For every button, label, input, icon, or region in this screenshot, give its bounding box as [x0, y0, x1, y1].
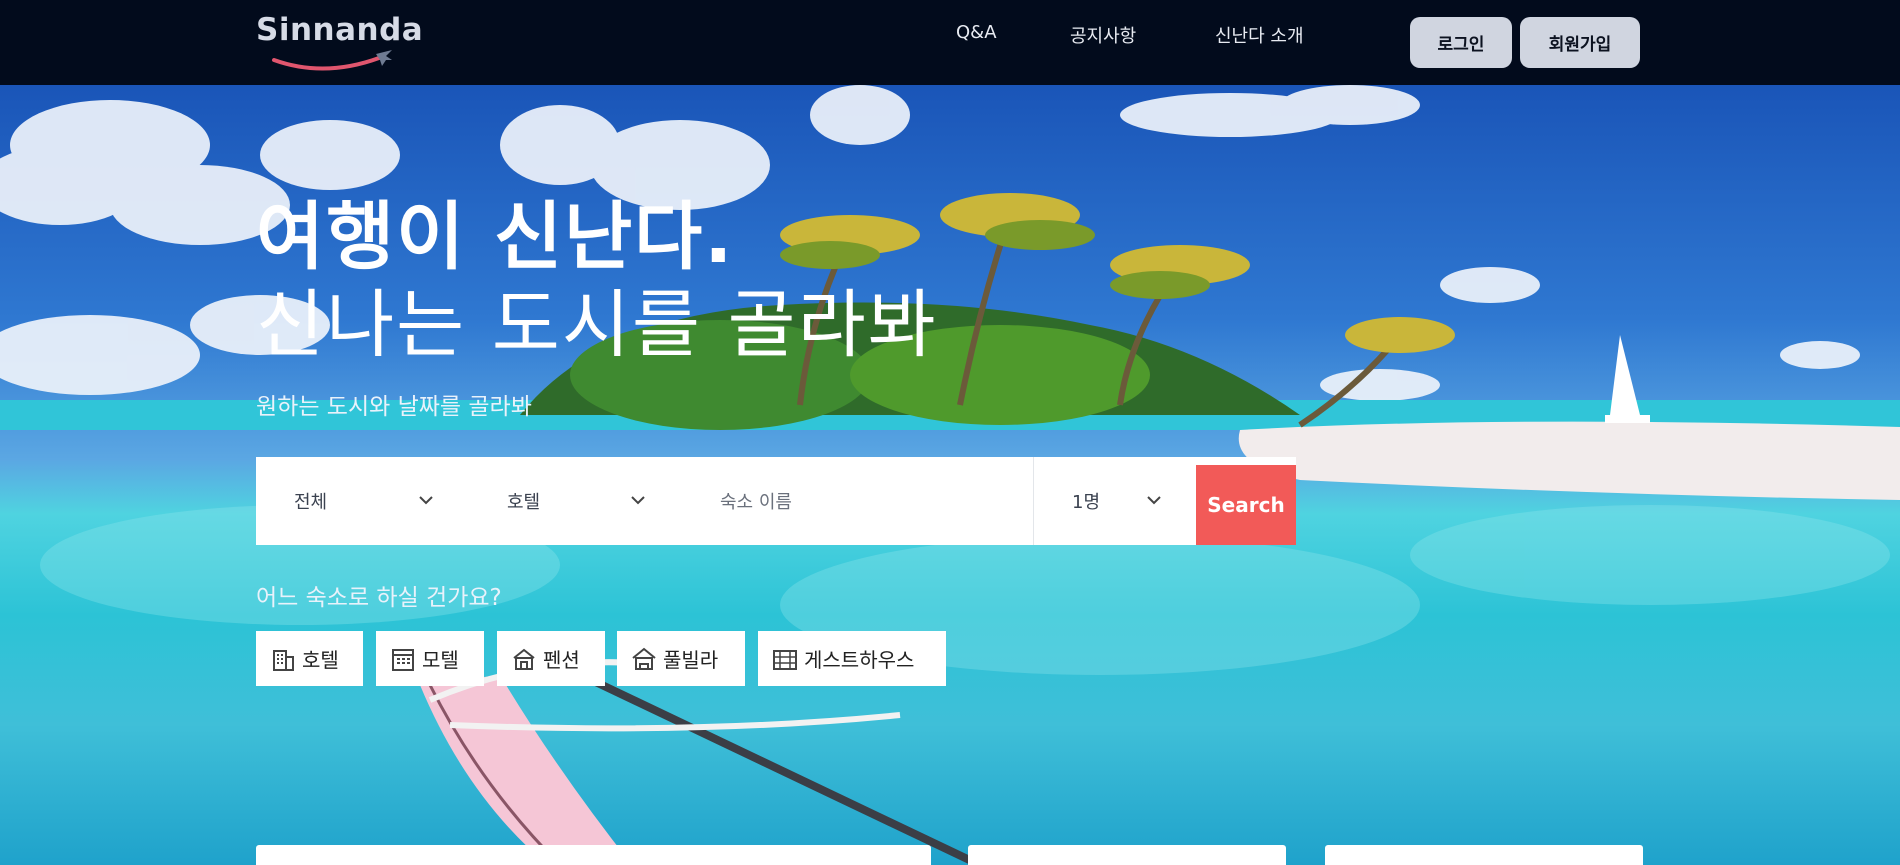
- login-button[interactable]: 로그인: [1410, 17, 1512, 68]
- search-bar: 전체 호텔 숙소 이름 1명 Search: [256, 457, 1296, 545]
- motel-icon: [392, 648, 414, 671]
- chevron-down-icon: [1147, 496, 1161, 505]
- category-label: 펜션: [543, 648, 580, 672]
- logo-text: Sinnanda: [256, 12, 424, 48]
- category-chip-hotel[interactable]: 호텔: [256, 631, 363, 686]
- hero-subtitle-large: 신나는 도시를 골라봐: [256, 282, 938, 368]
- category-chip-pool-villa[interactable]: 풀빌라: [617, 631, 745, 686]
- hero-description: 원하는 도시와 날짜를 골라봐: [256, 394, 532, 420]
- pension-icon: [513, 648, 535, 670]
- nav-link-about[interactable]: 신난다 소개: [1215, 22, 1304, 48]
- category-label: 풀빌라: [663, 648, 719, 672]
- hotel-icon: [273, 649, 294, 671]
- guesthouse-icon: [773, 649, 797, 670]
- accommodation-name-input[interactable]: 숙소 이름: [720, 457, 1020, 545]
- chevron-down-icon: [631, 496, 645, 505]
- pool-villa-icon: [632, 647, 656, 670]
- category-chip-pension[interactable]: 펜션: [497, 631, 605, 686]
- content-card[interactable]: [1325, 845, 1643, 865]
- search-divider: [1033, 457, 1034, 545]
- logo[interactable]: Sinnanda: [256, 12, 423, 71]
- category-chip-motel[interactable]: 모텔: [376, 631, 484, 686]
- category-question: 어느 숙소로 하실 건가요?: [256, 585, 502, 611]
- search-button[interactable]: Search: [1196, 465, 1296, 545]
- category-label: 모텔: [422, 648, 459, 672]
- chevron-down-icon: [419, 496, 433, 505]
- category-label: 게스트하우스: [804, 648, 915, 672]
- hero-banner: 여행이 신난다. 신나는 도시를 골라봐 원하는 도시와 날짜를 골라봐 전체 …: [0, 85, 1900, 865]
- content-card[interactable]: [256, 845, 931, 865]
- airplane-swoosh-icon: [272, 50, 392, 71]
- signup-button[interactable]: 회원가입: [1520, 17, 1640, 68]
- category-chip-guesthouse[interactable]: 게스트하우스: [758, 631, 946, 686]
- category-label: 호텔: [302, 648, 339, 672]
- nav-link-qna[interactable]: Q&A: [956, 22, 997, 43]
- type-select-value: 호텔: [507, 492, 541, 513]
- guest-count-value: 1명: [1072, 492, 1101, 513]
- content-card[interactable]: [968, 845, 1286, 865]
- guest-count-select[interactable]: 1명: [1072, 457, 1152, 545]
- region-select-value: 전체: [294, 492, 328, 513]
- nav-link-notice[interactable]: 공지사항: [1070, 22, 1136, 48]
- top-navbar: Sinnanda Q&A 공지사항 신난다 소개 로그인 회원가입: [0, 0, 1900, 85]
